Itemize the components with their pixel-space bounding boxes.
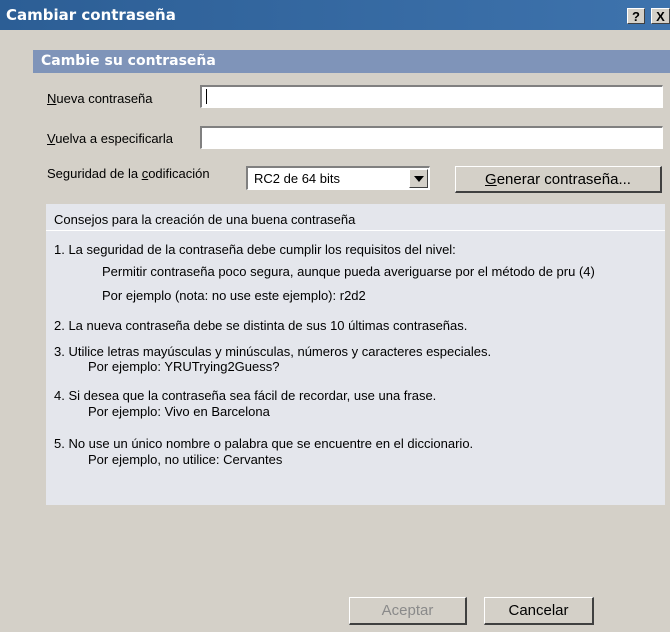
tip-5: 5. No use un único nombre o palabra que … bbox=[54, 436, 474, 451]
close-button[interactable]: X bbox=[651, 8, 670, 24]
tips-panel: Consejos para la creación de una buena c… bbox=[46, 204, 665, 505]
new-password-label: Nueva contraseña bbox=[47, 91, 153, 106]
dropdown-arrow-icon[interactable] bbox=[409, 169, 428, 188]
tip-1-level: Permitir contraseña poco segura, aunque … bbox=[102, 264, 595, 279]
new-password-input[interactable] bbox=[200, 85, 663, 108]
title-bar: Cambiar contraseña ? X bbox=[0, 0, 670, 30]
section-header: Cambie su contraseña bbox=[33, 50, 670, 73]
tips-divider bbox=[46, 230, 665, 231]
encryption-label-pre: Seguridad de la bbox=[47, 166, 142, 181]
confirm-password-label: Vuelva a especificarla bbox=[47, 131, 173, 146]
tip-1: 1. La seguridad de la contraseña debe cu… bbox=[54, 242, 456, 257]
confirm-password-label-text: uelva a especificarla bbox=[55, 131, 173, 146]
encryption-label: Seguridad de la codificación bbox=[47, 166, 210, 181]
text-cursor bbox=[206, 89, 207, 104]
encryption-label-post: odificación bbox=[148, 166, 210, 181]
tip-3: 3. Utilice letras mayúsculas y minúscula… bbox=[54, 344, 492, 359]
new-password-label-text: ueva contraseña bbox=[56, 91, 153, 106]
accept-button[interactable]: Aceptar bbox=[349, 597, 467, 625]
tips-heading: Consejos para la creación de una buena c… bbox=[54, 212, 356, 227]
help-button[interactable]: ? bbox=[627, 8, 645, 24]
confirm-password-accel: V bbox=[47, 131, 56, 146]
encryption-selected-value: RC2 de 64 bits bbox=[254, 171, 340, 186]
tip-2: 2. La nueva contraseña debe se distinta … bbox=[54, 318, 468, 333]
cancel-button[interactable]: Cancelar bbox=[484, 597, 594, 625]
tip-3-example: Por ejemplo: YRUTrying2Guess? bbox=[88, 359, 280, 374]
tip-4-example: Por ejemplo: Vivo en Barcelona bbox=[88, 404, 270, 419]
tip-5-example: Por ejemplo, no utilice: Cervantes bbox=[88, 452, 283, 467]
generate-accel: G bbox=[485, 171, 497, 188]
new-password-accel: N bbox=[47, 91, 57, 106]
generate-password-button[interactable]: Generar contraseña... bbox=[455, 166, 662, 193]
tip-1-example: Por ejemplo (nota: no use este ejemplo):… bbox=[102, 288, 366, 303]
window-title: Cambiar contraseña bbox=[6, 6, 176, 24]
generate-label: enerar contraseña... bbox=[496, 171, 631, 188]
confirm-password-input[interactable] bbox=[200, 126, 663, 149]
encryption-select[interactable]: RC2 de 64 bits bbox=[246, 166, 430, 190]
tip-4: 4. Si desea que la contraseña sea fácil … bbox=[54, 388, 437, 403]
